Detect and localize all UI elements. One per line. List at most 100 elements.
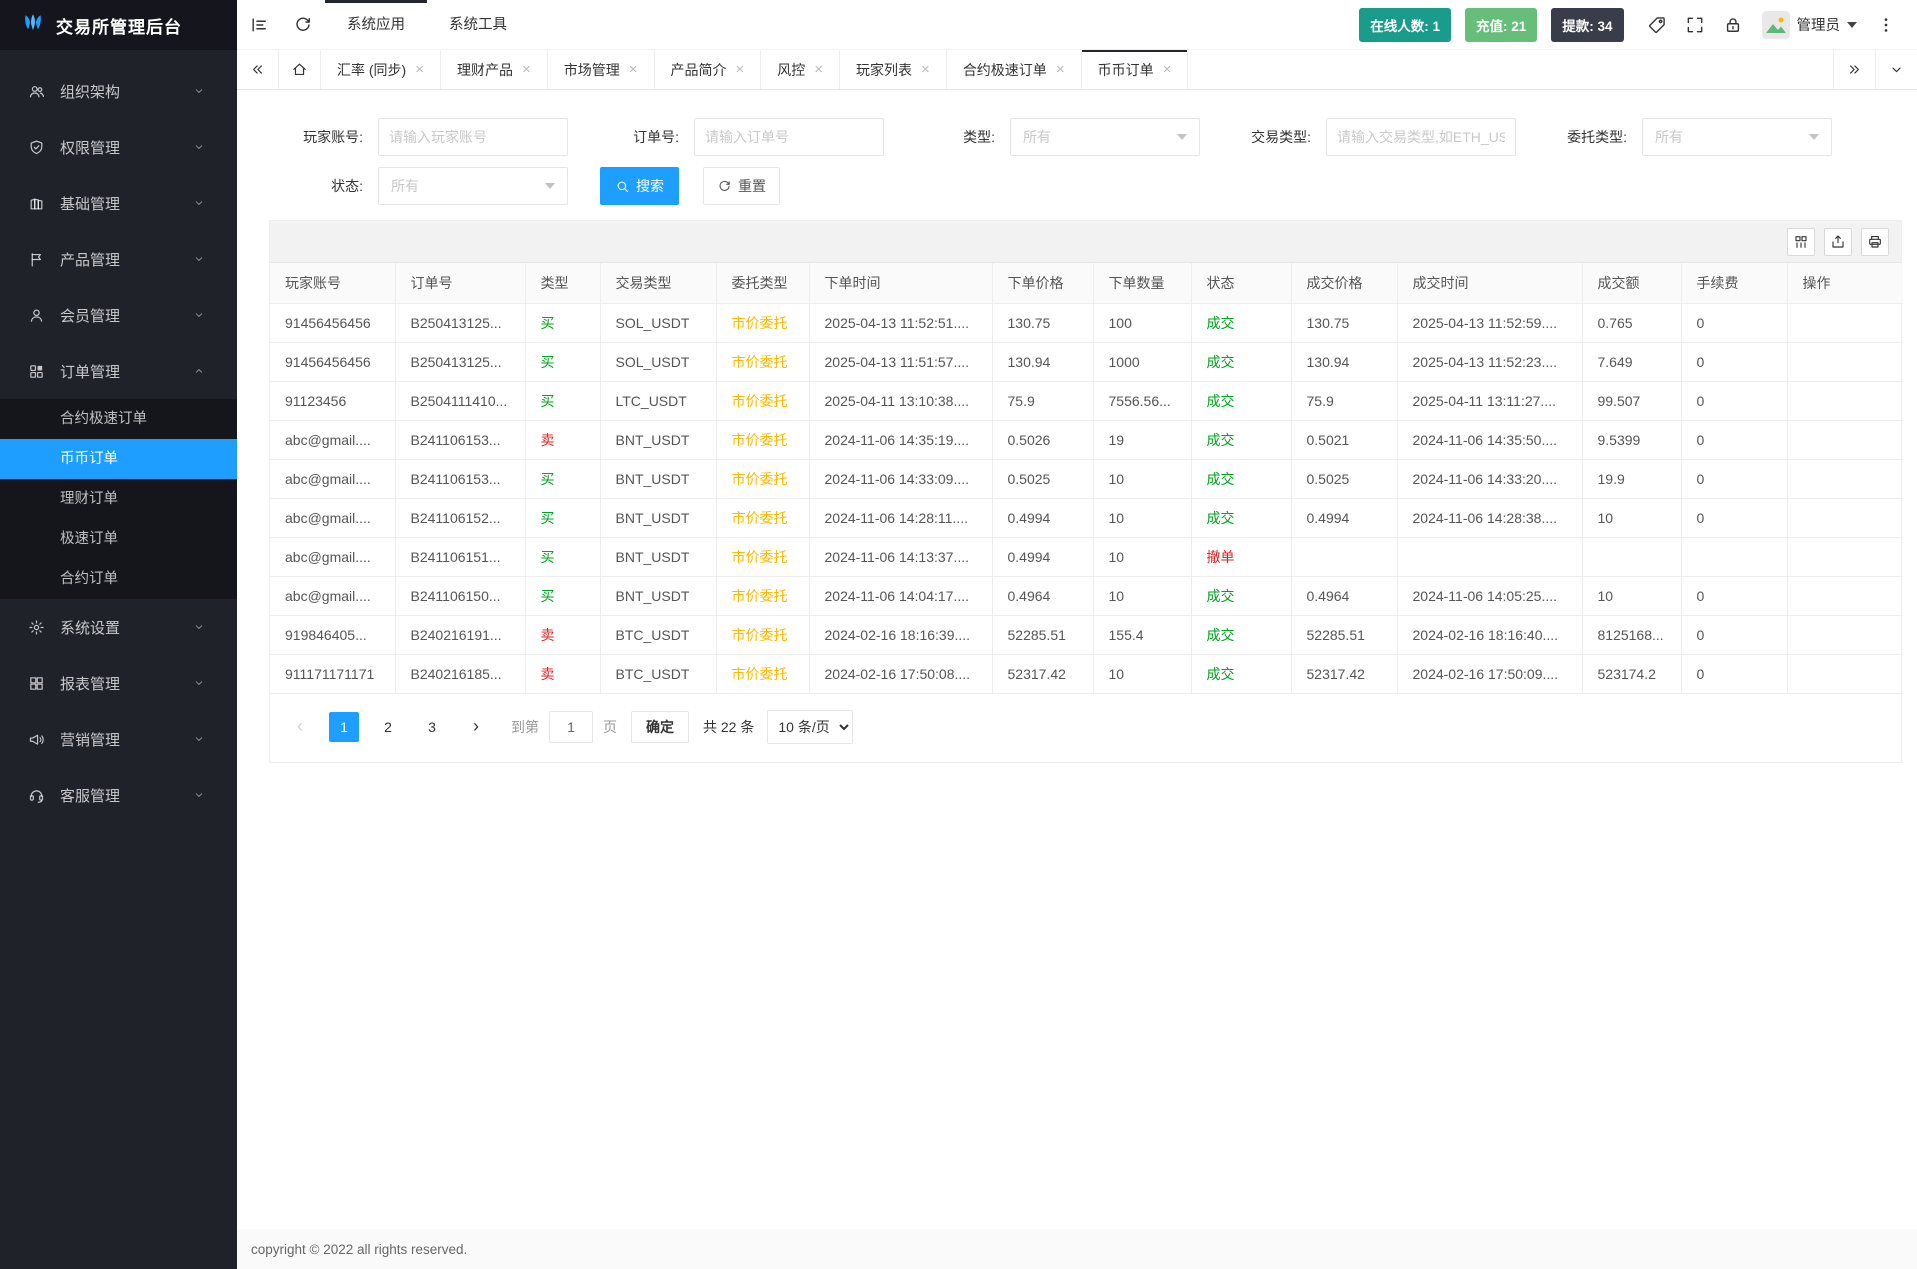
sidebar-item[interactable]: 系统设置: [0, 599, 237, 655]
column-header: 成交额: [1582, 263, 1681, 303]
confirm-page-button[interactable]: 确定: [631, 711, 689, 743]
print-button[interactable]: [1861, 228, 1889, 256]
table-cell: [1787, 420, 1903, 459]
collapse-sidebar-button[interactable]: [237, 0, 281, 50]
fullscreen-button[interactable]: [1676, 0, 1714, 50]
order-no-input[interactable]: [694, 118, 884, 156]
table-cell: BTC_USDT: [600, 654, 716, 693]
search-button-label: 搜索: [636, 176, 664, 196]
entrust-type-select[interactable]: 所有: [1642, 118, 1832, 156]
sidebar-subitem[interactable]: 极速订单: [0, 519, 237, 559]
table-cell: [1681, 537, 1787, 576]
orders-icon: [28, 363, 45, 380]
close-icon[interactable]: ×: [814, 61, 823, 78]
search-icon: [615, 179, 630, 194]
close-icon[interactable]: ×: [1163, 61, 1172, 78]
sidebar-item[interactable]: 产品管理: [0, 231, 237, 287]
tab-item[interactable]: 风控×: [761, 50, 840, 89]
page-button[interactable]: 3: [417, 712, 447, 742]
prev-page-button[interactable]: ‹: [285, 712, 315, 742]
sidebar-submenu: 合约极速订单币币订单理财订单极速订单合约订单: [0, 399, 237, 599]
status-select[interactable]: 所有: [378, 167, 568, 205]
topbar-nav: 系统应用系统工具: [325, 0, 529, 50]
sidebar-subitem[interactable]: 合约订单: [0, 559, 237, 599]
tab-item[interactable]: 汇率 (同步)×: [321, 50, 441, 89]
table-cell: 130.94: [992, 342, 1093, 381]
tab-item[interactable]: 市场管理×: [548, 50, 655, 89]
sidebar-item[interactable]: 权限管理: [0, 119, 237, 175]
close-icon[interactable]: ×: [1056, 61, 1065, 78]
close-icon[interactable]: ×: [736, 61, 745, 78]
table-cell: B2504111410...: [395, 381, 525, 420]
columns-filter-button[interactable]: [1787, 228, 1815, 256]
sidebar-item[interactable]: 组织架构: [0, 63, 237, 119]
caret-icon: [192, 252, 206, 266]
refresh-icon: [293, 15, 313, 35]
table-row: abc@gmail....B241106151...买BNT_USDT市价委托2…: [270, 537, 1903, 576]
table-cell: 2024-11-06 14:13:37....: [809, 537, 992, 576]
more-actions-button[interactable]: [1867, 0, 1905, 50]
trade-type-input[interactable]: [1326, 118, 1516, 156]
close-icon[interactable]: ×: [415, 61, 424, 78]
player-account-input[interactable]: [378, 118, 568, 156]
recharge-count-badge[interactable]: 充值: 21: [1465, 8, 1537, 42]
tab-label: 理财产品: [457, 60, 513, 80]
sidebar-subitem[interactable]: 理财订单: [0, 479, 237, 519]
type-select[interactable]: 所有: [1010, 118, 1200, 156]
refresh-button[interactable]: [281, 0, 325, 50]
lock-icon: [1723, 15, 1743, 35]
jump-page-input[interactable]: [549, 711, 593, 743]
table-cell: abc@gmail....: [270, 576, 395, 615]
table-cell: 52317.42: [992, 654, 1093, 693]
scroll-tabs-right-button[interactable]: [1833, 50, 1875, 89]
reset-button[interactable]: 重置: [703, 167, 780, 205]
sidebar-item[interactable]: 营销管理: [0, 711, 237, 767]
tab-item[interactable]: 合约极速订单×: [947, 50, 1082, 89]
page-button[interactable]: 1: [329, 712, 359, 742]
online-count-badge[interactable]: 在线人数: 1: [1359, 8, 1451, 42]
withdraw-count-badge[interactable]: 提款: 34: [1551, 8, 1623, 42]
caret-icon: [192, 620, 206, 634]
user-menu[interactable]: 管理员: [1752, 11, 1868, 39]
tab-item[interactable]: 理财产品 ×: [441, 50, 548, 89]
table-cell: abc@gmail....: [270, 459, 395, 498]
table-cell: 75.9: [1291, 381, 1397, 420]
home-tab-button[interactable]: [279, 50, 321, 89]
close-icon[interactable]: ×: [522, 61, 531, 78]
order-no-label: 订单号:: [568, 127, 694, 147]
flag-icon: [28, 251, 45, 268]
double-chevron-right-icon: [1846, 61, 1863, 78]
chevron-down-icon: [1888, 61, 1905, 78]
sidebar-item[interactable]: 会员管理: [0, 287, 237, 343]
table-cell: 91456456456: [270, 303, 395, 342]
lock-screen-button[interactable]: [1714, 0, 1752, 50]
sidebar-subitem[interactable]: 币币订单: [0, 439, 237, 479]
close-icon[interactable]: ×: [629, 61, 638, 78]
filter-entrust-type: 委托类型: 所有: [1516, 118, 1832, 156]
search-button[interactable]: 搜索: [600, 167, 679, 205]
tag-button[interactable]: [1638, 0, 1676, 50]
tab-item[interactable]: 产品简介×: [655, 50, 762, 89]
sidebar-item[interactable]: 订单管理: [0, 343, 237, 399]
tab-item[interactable]: 玩家列表×: [840, 50, 947, 89]
tab-item[interactable]: 币币订单×: [1082, 50, 1189, 89]
sidebar-item[interactable]: 报表管理: [0, 655, 237, 711]
marketing-icon: [28, 731, 45, 748]
export-button[interactable]: [1824, 228, 1852, 256]
topnav-item[interactable]: 系统应用: [325, 0, 427, 50]
page-button[interactable]: 2: [373, 712, 403, 742]
table-cell: [1787, 342, 1903, 381]
table-cell: [1787, 381, 1903, 420]
topnav-item[interactable]: 系统工具: [427, 0, 529, 50]
caret-icon: [192, 308, 206, 322]
next-page-button[interactable]: ›: [461, 712, 491, 742]
table-row: 919846405...B240216191...卖BTC_USDT市价委托20…: [270, 615, 1903, 654]
sidebar-subitem[interactable]: 合约极速订单: [0, 399, 237, 439]
scroll-tabs-left-button[interactable]: [237, 50, 279, 89]
table-cell: 0.5026: [992, 420, 1093, 459]
page-size-select[interactable]: 10 条/页: [767, 710, 853, 744]
tabs-menu-button[interactable]: [1875, 50, 1917, 89]
sidebar-item[interactable]: 客服管理: [0, 767, 237, 823]
close-icon[interactable]: ×: [921, 61, 930, 78]
sidebar-item[interactable]: 基础管理: [0, 175, 237, 231]
